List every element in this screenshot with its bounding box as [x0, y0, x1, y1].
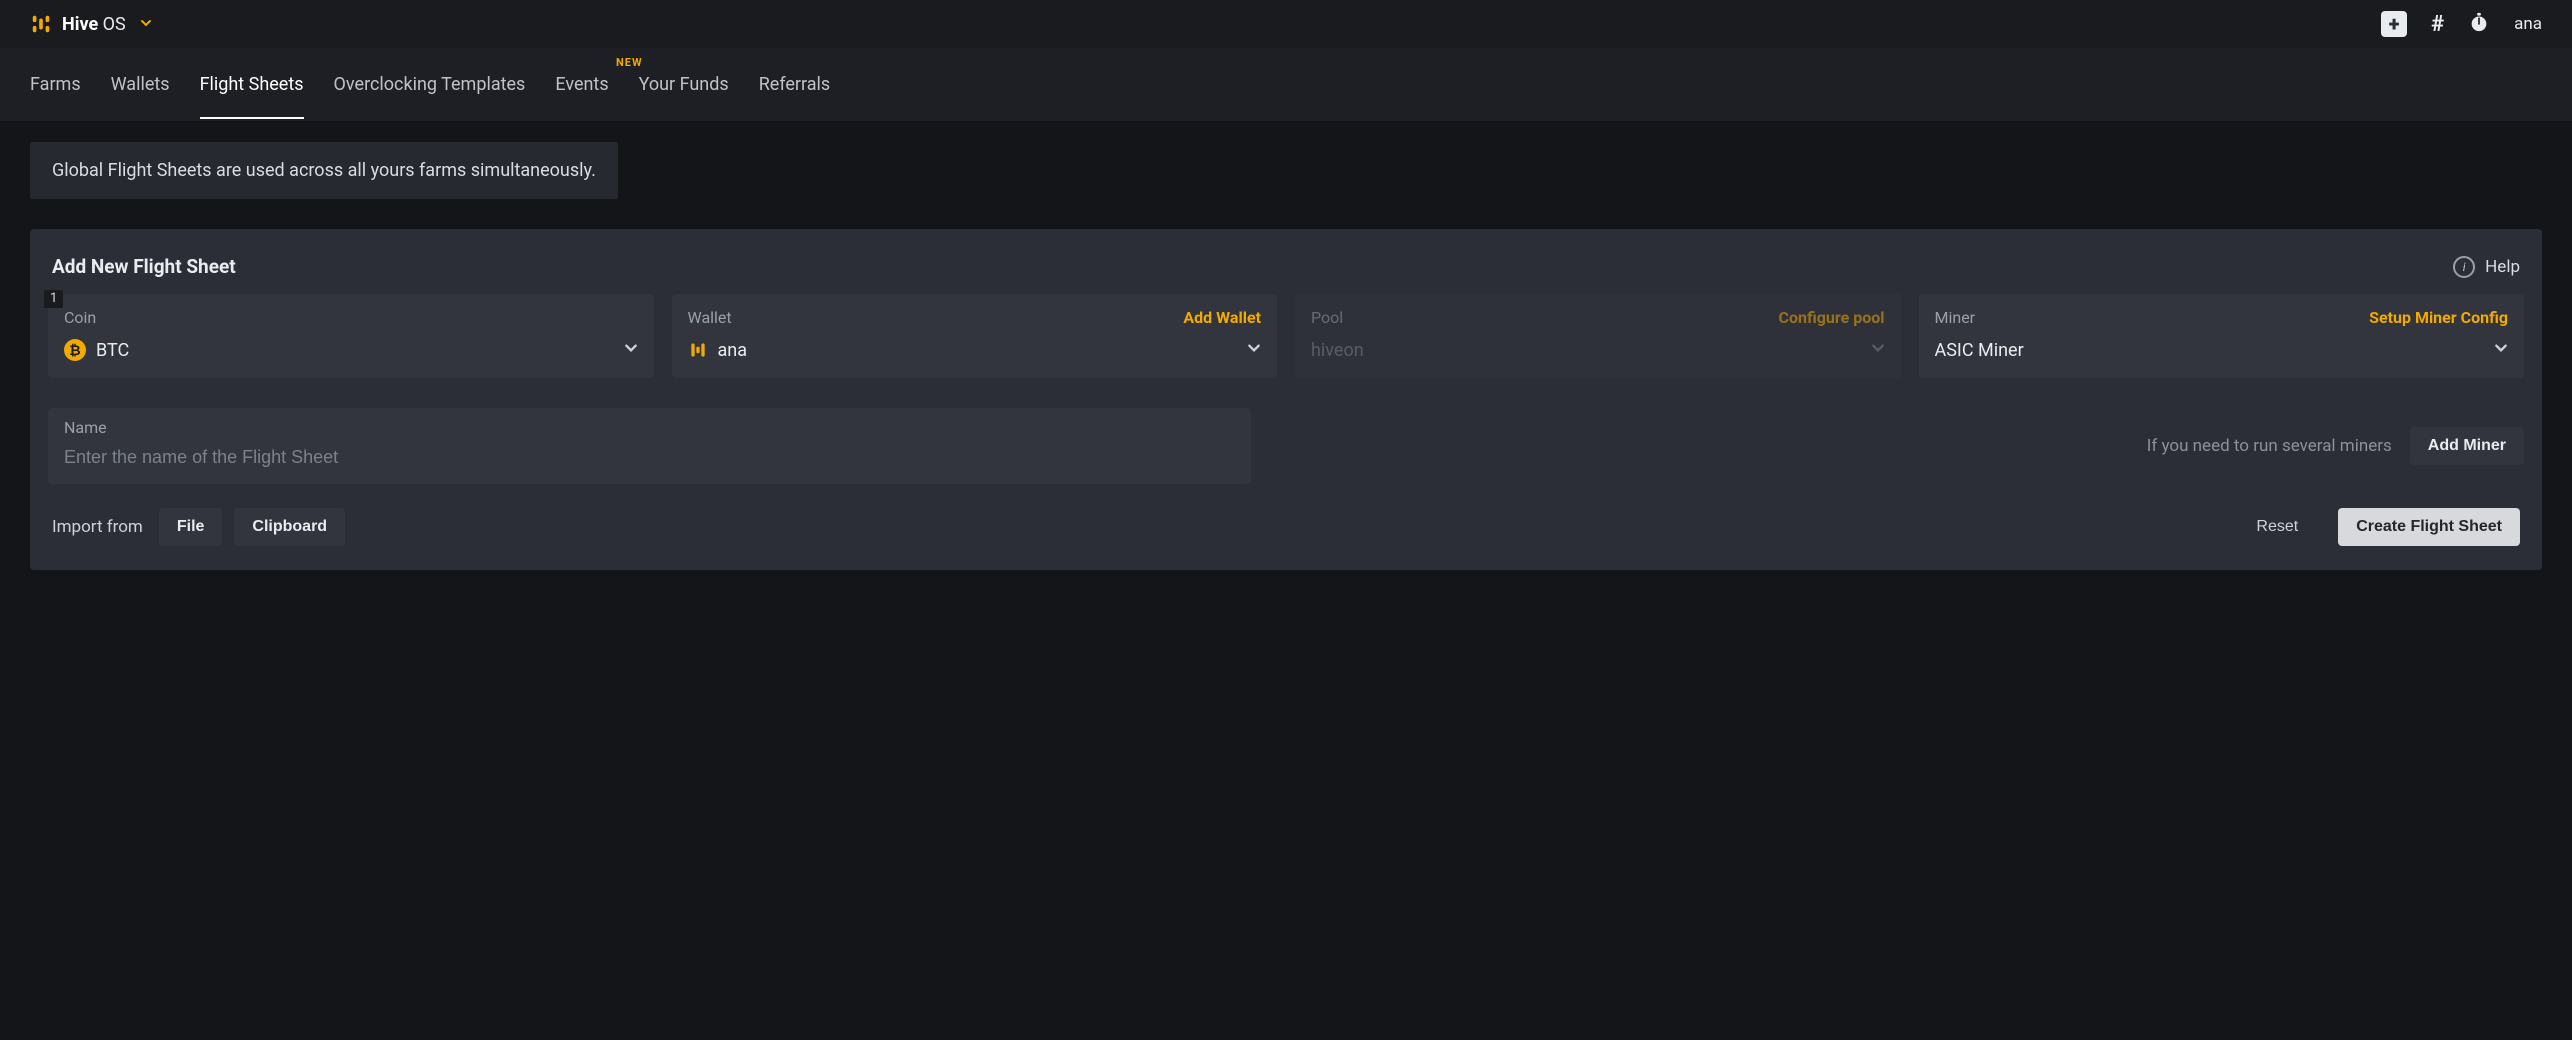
- step-badge: 1: [44, 290, 63, 308]
- create-flight-sheet-button[interactable]: Create Flight Sheet: [2338, 508, 2520, 546]
- btc-icon: ₿: [64, 339, 86, 361]
- coin-value: BTC: [96, 340, 614, 361]
- info-message: Global Flight Sheets are used across all…: [30, 142, 618, 199]
- brand[interactable]: Hive OS: [30, 13, 152, 35]
- info-icon: i: [2453, 256, 2475, 278]
- tab-farms[interactable]: Farms: [30, 50, 81, 119]
- tab-flight-sheets[interactable]: Flight Sheets: [200, 50, 304, 119]
- name-input[interactable]: [64, 447, 1235, 468]
- panel-title: Add New Flight Sheet: [52, 255, 236, 278]
- miner-select[interactable]: Miner Setup Miner Config ASIC Miner: [1919, 294, 2525, 378]
- configure-pool-link[interactable]: Configure pool: [1779, 308, 1885, 327]
- chevron-down-icon[interactable]: [140, 14, 152, 34]
- topbar: Hive OS + # ana: [0, 0, 2572, 48]
- chevron-down-icon: [624, 340, 638, 360]
- topbar-right: + # ana: [2381, 11, 2542, 38]
- name-label: Name: [64, 418, 1235, 437]
- import-label: Import from: [52, 517, 143, 537]
- import-clipboard-button[interactable]: Clipboard: [234, 508, 345, 546]
- config-row: 1 Coin ₿ BTC Wallet Add Wallet: [48, 294, 2524, 378]
- tab-your-funds[interactable]: Your Funds: [639, 50, 729, 119]
- pool-value: hiveon: [1311, 340, 1861, 361]
- plus-icon[interactable]: +: [2381, 11, 2407, 37]
- chevron-down-icon: [2494, 340, 2508, 360]
- stopwatch-icon[interactable]: [2468, 11, 2490, 38]
- wallet-value: ana: [718, 340, 1238, 361]
- setup-miner-config-link[interactable]: Setup Miner Config: [2369, 308, 2508, 327]
- username[interactable]: ana: [2514, 14, 2542, 34]
- brand-name: Hive OS: [62, 14, 126, 35]
- pool-select[interactable]: Pool Configure pool hiveon: [1295, 294, 1901, 378]
- import-file-button[interactable]: File: [159, 508, 223, 546]
- wallet-label: Wallet: [688, 308, 732, 327]
- tab-referrals[interactable]: Referrals: [759, 50, 831, 119]
- wallet-select[interactable]: Wallet Add Wallet ana: [672, 294, 1278, 378]
- tab-events[interactable]: Events NEW: [555, 50, 608, 119]
- add-miner-button[interactable]: Add Miner: [2410, 427, 2524, 465]
- pool-label: Pool: [1311, 308, 1343, 327]
- main-tabs: Farms Wallets Flight Sheets Overclocking…: [0, 48, 2572, 122]
- flight-sheet-panel: Add New Flight Sheet i Help 1 Coin ₿ BTC: [30, 229, 2542, 570]
- chevron-down-icon: [1871, 340, 1885, 360]
- chevron-down-icon: [1247, 340, 1261, 360]
- hive-icon: [688, 340, 708, 360]
- tab-oc-templates[interactable]: Overclocking Templates: [334, 50, 526, 119]
- help-button[interactable]: i Help: [2453, 256, 2520, 278]
- coin-label: Coin: [64, 308, 96, 327]
- name-field[interactable]: Name: [48, 408, 1251, 484]
- add-wallet-link[interactable]: Add Wallet: [1183, 308, 1261, 327]
- coin-select[interactable]: Coin ₿ BTC: [48, 294, 654, 378]
- miner-label: Miner: [1935, 308, 1976, 327]
- tab-wallets[interactable]: Wallets: [111, 50, 170, 119]
- add-miner-hint: If you need to run several miners: [2147, 436, 2392, 456]
- reset-button[interactable]: Reset: [2238, 508, 2316, 546]
- hive-logo-icon: [30, 13, 52, 35]
- hash-icon[interactable]: #: [2431, 12, 2444, 37]
- miner-value: ASIC Miner: [1935, 340, 2485, 361]
